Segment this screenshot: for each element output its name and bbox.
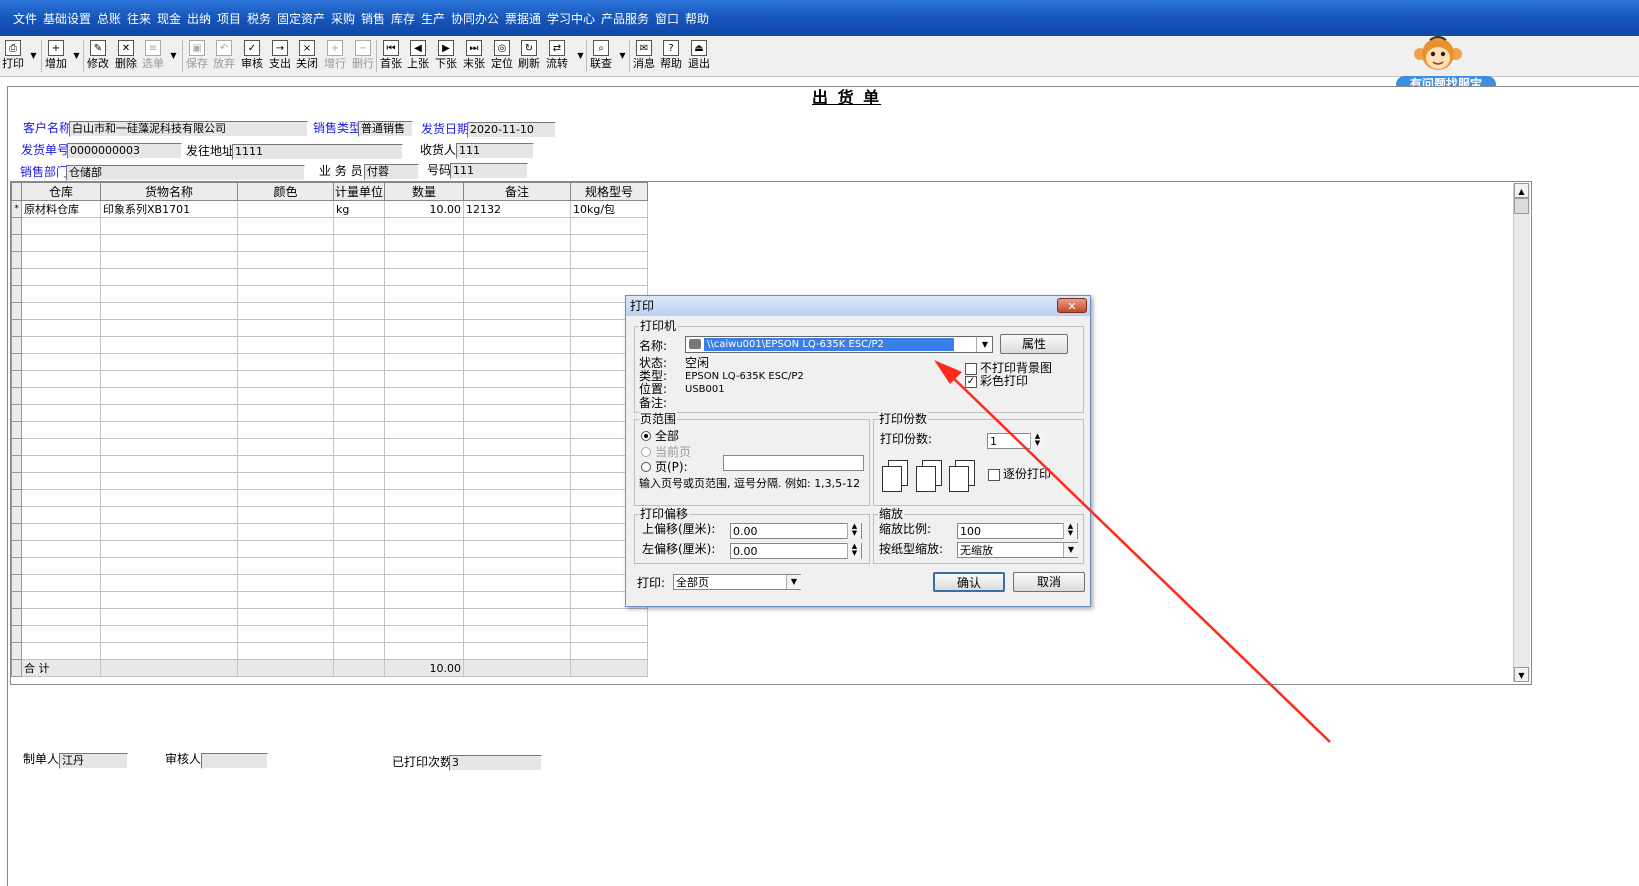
annotation-arrow: [934, 360, 1331, 743]
arrow-line: [947, 372, 1331, 743]
arrow-head: [934, 360, 962, 384]
